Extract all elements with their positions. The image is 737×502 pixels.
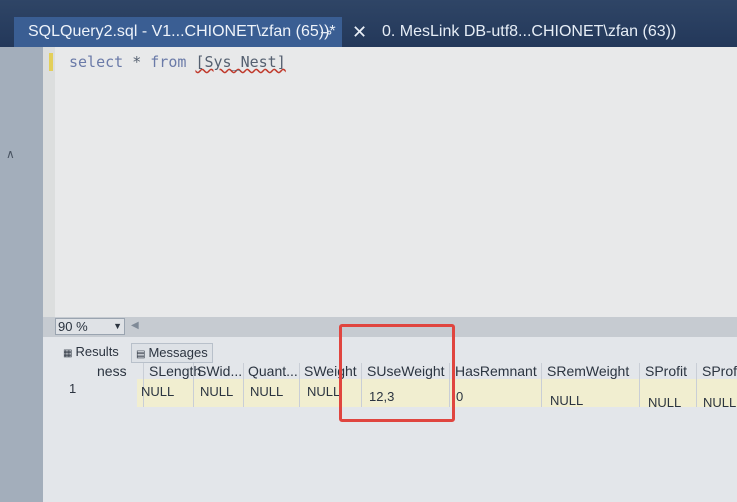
grid-icon: ▦ (63, 348, 73, 359)
column-divider[interactable] (299, 363, 300, 407)
column-header[interactable]: Quant... (248, 363, 298, 379)
grid-cell[interactable]: NULL (307, 384, 340, 399)
column-divider[interactable] (243, 363, 244, 407)
grid-cell[interactable]: 0 (456, 389, 463, 404)
column-divider[interactable] (696, 363, 697, 407)
column-header[interactable]: SProf (702, 363, 737, 379)
column-divider[interactable] (639, 363, 640, 407)
zoom-value: 90 % (58, 319, 88, 334)
scroll-left-icon[interactable]: ◀ (131, 320, 139, 331)
tab-results[interactable]: ▦ Results (63, 343, 119, 361)
pin-icon[interactable]: ⊸ (320, 17, 332, 47)
grid-cell[interactable]: NULL (200, 384, 233, 399)
tab-results-label: Results (75, 344, 119, 359)
left-gutter: ∧ (0, 47, 43, 502)
column-header[interactable]: ness (97, 363, 127, 379)
zoom-select[interactable]: 90 % ▼ (55, 318, 125, 335)
query-line-1[interactable]: select * from [Sys_Nest] (69, 53, 286, 71)
document-tab-strip: SQLQuery2.sql - V1...CHIONET\zfan (65))*… (0, 0, 737, 47)
change-marker (49, 53, 53, 71)
grid-cell[interactable]: NULL (550, 393, 583, 408)
grid-cell[interactable]: NULL (141, 384, 174, 399)
messages-icon: ▤ (136, 349, 146, 360)
row-number[interactable]: 1 (63, 381, 99, 396)
column-divider[interactable] (541, 363, 542, 407)
tab-meslink[interactable]: ✕ 0. MesLink DB-utf8...CHIONET\zfan (63)… (352, 17, 737, 47)
column-header[interactable]: SProfit (645, 363, 687, 379)
table-name: [Sys_Nest] (195, 53, 286, 71)
grid-cell[interactable]: NULL (703, 395, 736, 410)
editor-margin (43, 47, 55, 317)
highlight-box (339, 324, 455, 422)
column-header[interactable]: SWid... (197, 363, 242, 379)
grid-cell[interactable]: NULL (250, 384, 283, 399)
close-icon[interactable]: ✕ (352, 17, 367, 47)
chevron-down-icon[interactable]: ▼ (113, 319, 122, 334)
tab-meslink-title: 0. MesLink DB-utf8...CHIONET\zfan (63)) (382, 23, 677, 40)
column-header[interactable]: SRemWeight (547, 363, 629, 379)
star-token: * (123, 53, 151, 71)
query-editor[interactable]: select * from [Sys_Nest] (43, 47, 737, 317)
grid-cell[interactable]: NULL (648, 395, 681, 410)
keyword-from: from (150, 53, 187, 71)
tab-sqlquery2[interactable]: SQLQuery2.sql - V1...CHIONET\zfan (65))*… (14, 17, 342, 47)
column-header[interactable]: HasRemnant (455, 363, 537, 379)
column-divider[interactable] (193, 363, 194, 407)
tab-messages-label: Messages (148, 345, 208, 360)
tab-messages[interactable]: ▤ Messages (131, 343, 213, 363)
keyword-select: select (69, 53, 124, 71)
tab-sqlquery2-title: SQLQuery2.sql - V1...CHIONET\zfan (65))* (28, 23, 336, 40)
chevron-up-icon[interactable]: ∧ (6, 147, 15, 161)
